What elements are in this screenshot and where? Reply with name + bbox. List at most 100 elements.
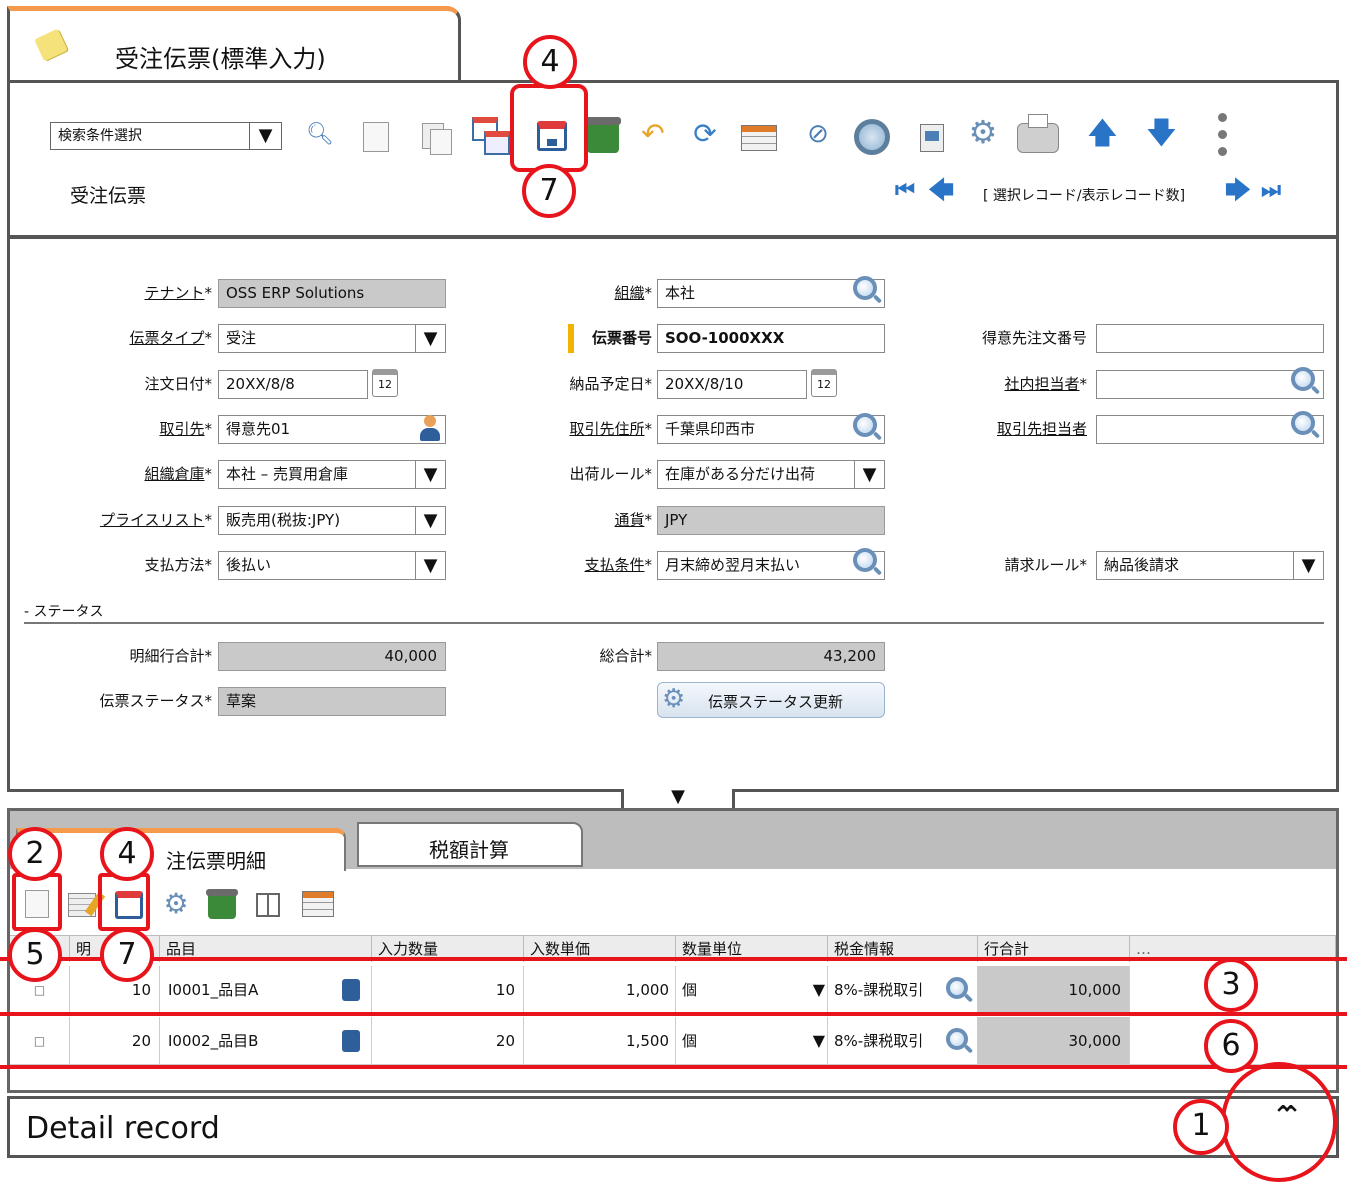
- row-price[interactable]: 1,500: [524, 1017, 676, 1065]
- pay-method-label: 支払方法*: [144, 556, 212, 574]
- trash-icon[interactable]: [206, 889, 238, 919]
- person-icon[interactable]: [420, 415, 440, 441]
- annotation-6: 6: [1204, 1019, 1258, 1073]
- search-icon[interactable]: [946, 977, 968, 999]
- gear-icon[interactable]: ⚙: [161, 889, 191, 919]
- grand-total-label: 総合計*: [599, 647, 652, 665]
- partner-addr-field[interactable]: 千葉県印西市: [657, 415, 885, 444]
- grid-toggle-icon[interactable]: [741, 125, 777, 151]
- chevron-down-icon: ▼: [415, 507, 445, 534]
- pay-term-field[interactable]: 月末締め翌月末払い: [657, 551, 885, 580]
- edit-icon[interactable]: [68, 891, 106, 917]
- search-icon[interactable]: [853, 413, 877, 437]
- print-icon[interactable]: [1017, 114, 1059, 153]
- more-icon[interactable]: [1216, 111, 1228, 161]
- grand-total-field: 43,200: [657, 642, 885, 671]
- warehouse-select[interactable]: 本社 – 売買用倉庫 ▼: [218, 460, 446, 489]
- order-date-label: 注文日付*: [144, 375, 212, 393]
- row-uom[interactable]: 個 ▼: [676, 966, 828, 1014]
- row-price[interactable]: 1,000: [524, 966, 676, 1014]
- layout-toggle-icon[interactable]: [256, 893, 280, 917]
- partner-contact-field[interactable]: [1096, 415, 1324, 444]
- table-row[interactable]: □ 10 I0001_品目A 10 1,000 個 ▼ 8%-課税取引 10,00…: [10, 966, 1336, 1014]
- row-checkbox[interactable]: □: [10, 1017, 70, 1065]
- arrow-up-icon[interactable]: 🡅: [1087, 119, 1118, 149]
- attachment-icon[interactable]: ⊘: [803, 119, 833, 149]
- invoice-rule-select[interactable]: 納品後請求 ▼: [1096, 551, 1324, 580]
- chevron-down-icon: ▼: [415, 325, 445, 352]
- trash-icon[interactable]: [585, 117, 621, 153]
- window-tab[interactable]: 受注伝票(標準入力): [7, 6, 461, 82]
- copy-record-icon[interactable]: [422, 123, 454, 155]
- row-qty[interactable]: 20: [372, 1017, 524, 1065]
- section-divider: [24, 622, 1324, 624]
- row-line-no: 20: [70, 1017, 160, 1065]
- doctype-select[interactable]: 受注 ▼: [218, 324, 446, 353]
- new-record-icon[interactable]: [363, 122, 389, 152]
- row-uom[interactable]: 個 ▼: [676, 1017, 828, 1065]
- row-total: 30,000: [978, 1017, 1130, 1065]
- form-title: 受注伝票: [70, 185, 147, 207]
- row-tax[interactable]: 8%-課税取引: [828, 1017, 978, 1065]
- partner-addr-label: 取引先住所*: [569, 420, 652, 438]
- mandatory-marker: [568, 324, 574, 353]
- row-tax[interactable]: 8%-課税取引: [828, 966, 978, 1014]
- note-icon: [34, 28, 68, 62]
- grid-toggle-icon[interactable]: [302, 891, 334, 917]
- table-row[interactable]: □ 20 I0002_品目B 20 1,500 個 ▼ 8%-課税取引 30,00…: [10, 1017, 1336, 1065]
- delivery-rule-select[interactable]: 在庫がある分だけ出荷 ▼: [657, 460, 885, 489]
- tab-tax-calc[interactable]: 税額計算: [357, 822, 583, 867]
- report-icon[interactable]: [920, 124, 944, 152]
- calendar-icon[interactable]: 12: [811, 369, 837, 397]
- multi-window-icon[interactable]: [472, 117, 514, 157]
- currency-field: JPY: [657, 506, 885, 535]
- zoom-across-icon[interactable]: [854, 119, 890, 155]
- search-condition-select[interactable]: 検索条件選択 ▼: [50, 122, 282, 150]
- order-date-field[interactable]: 20XX/8/8: [218, 370, 368, 399]
- delivery-date-field[interactable]: 20XX/8/10: [657, 370, 807, 399]
- first-record-icon[interactable]: ⏮: [890, 176, 920, 206]
- status-section-toggle[interactable]: - ステータス: [24, 601, 104, 621]
- row-qty[interactable]: 10: [372, 966, 524, 1014]
- gear-icon[interactable]: ⚙: [968, 116, 998, 148]
- chevron-down-icon: ▼: [812, 1031, 825, 1050]
- chevron-down-icon: ▼: [812, 980, 825, 999]
- row-product[interactable]: I0002_品目B: [160, 1017, 372, 1065]
- footer-label: Detail record: [26, 1111, 220, 1146]
- search-icon[interactable]: 🔍︎: [305, 120, 335, 150]
- search-icon[interactable]: [946, 1028, 968, 1050]
- pricelist-select[interactable]: 販売用(税抜:JPY) ▼: [218, 506, 446, 535]
- previous-record-icon[interactable]: 🡄: [926, 176, 956, 206]
- refresh-icon[interactable]: ⟳: [690, 119, 720, 149]
- customer-po-label: 得意先注文番号: [981, 329, 1087, 347]
- search-icon[interactable]: [1291, 411, 1315, 435]
- last-record-icon[interactable]: ⏭: [1256, 176, 1286, 206]
- org-field[interactable]: 本社: [657, 279, 885, 308]
- doc-status-label: 伝票ステータス*: [99, 692, 212, 710]
- search-icon[interactable]: [853, 548, 877, 572]
- undo-icon[interactable]: ↶: [638, 119, 668, 149]
- tab-detail-lines-label: 注伝票明細: [166, 849, 266, 873]
- docno-field[interactable]: SOO-1000XXX: [657, 324, 885, 353]
- record-counter: [ 選択レコード/表示レコード数]: [983, 188, 1186, 204]
- product-info-icon[interactable]: [342, 979, 360, 1001]
- pay-method-select[interactable]: 後払い ▼: [218, 551, 446, 580]
- product-info-icon[interactable]: [342, 1030, 360, 1052]
- annotation-line: [0, 1012, 1347, 1016]
- row-product[interactable]: I0001_品目A: [160, 966, 372, 1014]
- currency-label: 通貨*: [614, 511, 652, 529]
- search-icon[interactable]: [1291, 367, 1315, 391]
- arrow-down-icon[interactable]: 🡇: [1146, 119, 1177, 149]
- search-icon[interactable]: [853, 276, 877, 300]
- customer-po-field[interactable]: [1096, 324, 1324, 353]
- chevron-down-icon: ▼: [854, 461, 884, 488]
- partner-field[interactable]: 得意先01: [218, 415, 446, 444]
- doctype-label: 伝票タイプ*: [129, 329, 212, 347]
- sales-rep-label: 社内担当者*: [1004, 375, 1087, 393]
- tab-detail-lines[interactable]: 注伝票明細: [16, 828, 346, 873]
- calendar-icon[interactable]: 12: [372, 369, 398, 397]
- status-update-button[interactable]: ⚙ 伝票ステータス更新: [657, 682, 885, 718]
- next-record-icon[interactable]: 🡆: [1223, 176, 1253, 206]
- annotation-1: 1: [1173, 1099, 1229, 1155]
- sales-rep-field[interactable]: [1096, 370, 1324, 399]
